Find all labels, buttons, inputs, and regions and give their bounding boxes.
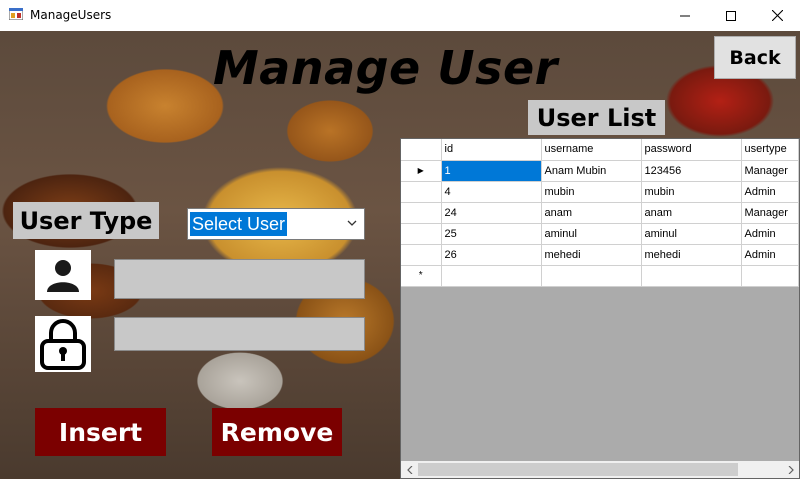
back-button[interactable]: Back [714, 36, 796, 79]
row-header[interactable] [401, 244, 442, 266]
new-row-cell[interactable] [641, 265, 742, 287]
current-row-marker-icon[interactable]: ▶ [401, 160, 442, 182]
title-bar: ManageUsers [0, 0, 800, 31]
table-cell-id[interactable]: 4 [441, 181, 542, 203]
user-type-select[interactable]: Select User [187, 208, 365, 240]
user-list-label: User List [528, 100, 665, 135]
table-cell-username[interactable]: anam [541, 202, 642, 224]
user-icon [47, 260, 79, 292]
insert-button[interactable]: Insert [35, 408, 166, 456]
table-row[interactable]: 4 mubin mubin Admin [401, 181, 799, 203]
form-client-area: Manage User Back User List User Type Sel… [0, 31, 800, 479]
chevron-down-icon [347, 220, 357, 226]
new-row-cell[interactable] [741, 265, 799, 287]
remove-button[interactable]: Remove [212, 408, 342, 456]
user-icon-box [35, 250, 91, 300]
table-cell-id[interactable]: 1 [441, 160, 542, 182]
new-row-cell[interactable] [441, 265, 542, 287]
table-cell-password[interactable]: aminul [641, 223, 742, 245]
maximize-button[interactable] [708, 0, 754, 31]
column-header-username[interactable]: username [541, 139, 642, 161]
table-cell-username[interactable]: mehedi [541, 244, 642, 266]
chevron-right-icon [788, 465, 794, 474]
column-header-id[interactable]: id [441, 139, 542, 161]
user-list-grid[interactable]: id username password usertype ▶ 1 Anam M… [400, 138, 800, 479]
lock-icon [40, 319, 86, 370]
table-row[interactable]: 24 anam anam Manager [401, 202, 799, 224]
row-header[interactable] [401, 223, 442, 245]
user-type-selected-value: Select User [190, 212, 288, 236]
horizontal-scrollbar[interactable] [401, 461, 799, 478]
scrollbar-thumb[interactable] [418, 463, 738, 476]
table-cell-username[interactable]: Anam Mubin [541, 160, 642, 182]
table-cell-password[interactable]: mubin [641, 181, 742, 203]
minimize-button[interactable] [662, 0, 708, 31]
table-cell-password[interactable]: 123456 [641, 160, 742, 182]
row-header-corner [401, 139, 442, 161]
password-field[interactable] [114, 317, 365, 351]
table-header-row: id username password usertype [401, 139, 799, 161]
app-icon [9, 8, 23, 20]
table-cell-id[interactable]: 24 [441, 202, 542, 224]
table-cell-id[interactable]: 25 [441, 223, 542, 245]
table-cell-password[interactable]: mehedi [641, 244, 742, 266]
table-row[interactable]: 26 mehedi mehedi Admin [401, 244, 799, 266]
new-row-cell[interactable] [541, 265, 642, 287]
table-cell-usertype[interactable]: Admin [741, 181, 799, 203]
column-header-usertype[interactable]: usertype [741, 139, 799, 161]
close-button[interactable] [754, 0, 800, 31]
table-cell-password[interactable]: anam [641, 202, 742, 224]
table-row[interactable]: 25 aminul aminul Admin [401, 223, 799, 245]
window-title: ManageUsers [30, 8, 112, 22]
table-cell-username[interactable]: mubin [541, 181, 642, 203]
table-cell-usertype[interactable]: Manager [741, 160, 799, 182]
username-field[interactable] [114, 259, 365, 299]
new-row[interactable]: * [401, 265, 799, 287]
new-row-marker-icon[interactable]: * [401, 265, 442, 287]
row-header[interactable] [401, 181, 442, 203]
maximize-icon [726, 10, 736, 21]
user-table: id username password usertype ▶ 1 Anam M… [401, 139, 799, 287]
row-header[interactable] [401, 202, 442, 224]
table-cell-id[interactable]: 26 [441, 244, 542, 266]
scroll-right-arrow-icon[interactable] [782, 461, 799, 478]
column-header-password[interactable]: password [641, 139, 742, 161]
table-cell-usertype[interactable]: Admin [741, 244, 799, 266]
close-icon [771, 10, 783, 21]
table-cell-usertype[interactable]: Manager [741, 202, 799, 224]
minimize-icon [680, 15, 690, 16]
user-type-label: User Type [13, 202, 159, 239]
scroll-left-arrow-icon[interactable] [401, 461, 418, 478]
lock-icon-box [35, 316, 91, 372]
table-cell-username[interactable]: aminul [541, 223, 642, 245]
table-cell-usertype[interactable]: Admin [741, 223, 799, 245]
page-title: Manage User [213, 41, 558, 95]
chevron-left-icon [406, 465, 412, 474]
table-row[interactable]: ▶ 1 Anam Mubin 123456 Manager [401, 160, 799, 182]
